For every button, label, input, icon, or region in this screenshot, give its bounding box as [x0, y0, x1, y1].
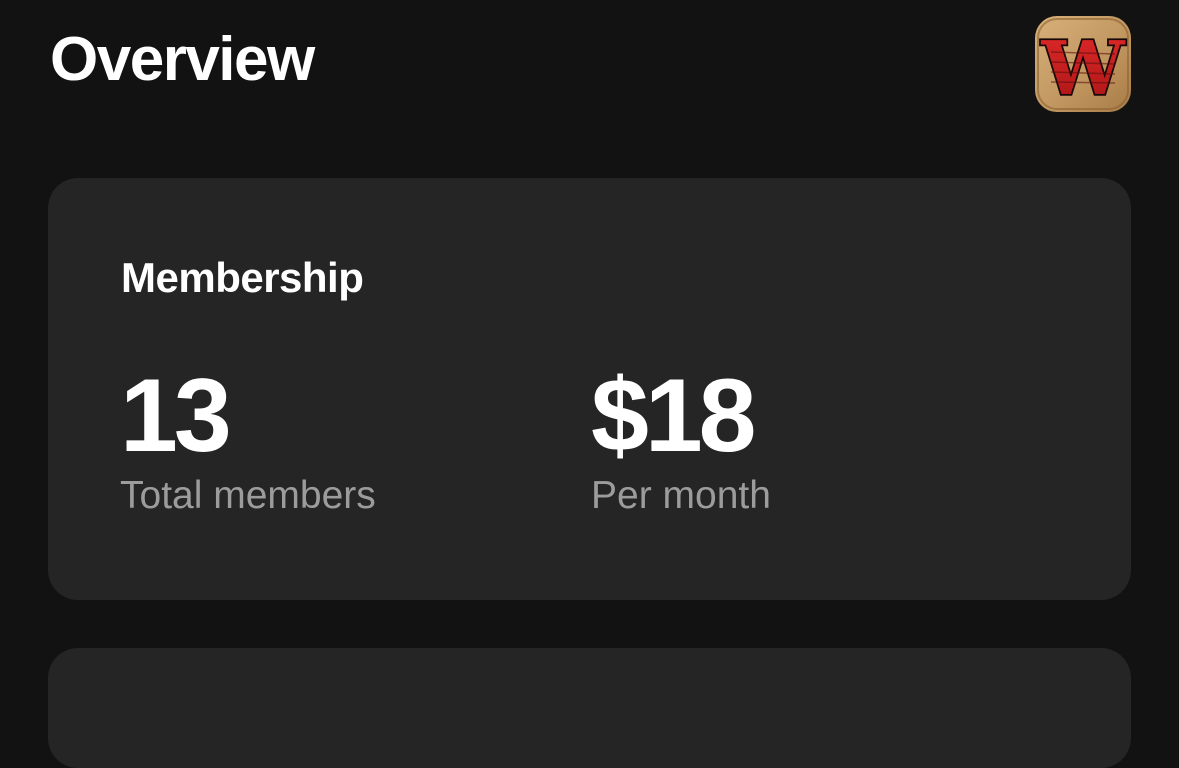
total-members-label: Total members: [120, 474, 376, 517]
page-title: Overview: [50, 25, 315, 94]
total-members-stat: 13 Total members: [120, 356, 376, 520]
per-month-label: Per month: [591, 474, 771, 517]
per-month-value: $18: [591, 358, 757, 474]
avatar[interactable]: W: [1035, 16, 1131, 112]
membership-title: Membership: [121, 254, 364, 301]
membership-card: Membership 13 Total members $18 Per mont…: [48, 178, 1131, 600]
per-month-stat: $18 Per month: [591, 356, 771, 520]
total-members-value: 13: [120, 358, 232, 474]
avatar-letter: W: [1040, 26, 1125, 112]
next-card: [48, 648, 1131, 768]
club-logo-w-icon: W: [1035, 16, 1131, 112]
